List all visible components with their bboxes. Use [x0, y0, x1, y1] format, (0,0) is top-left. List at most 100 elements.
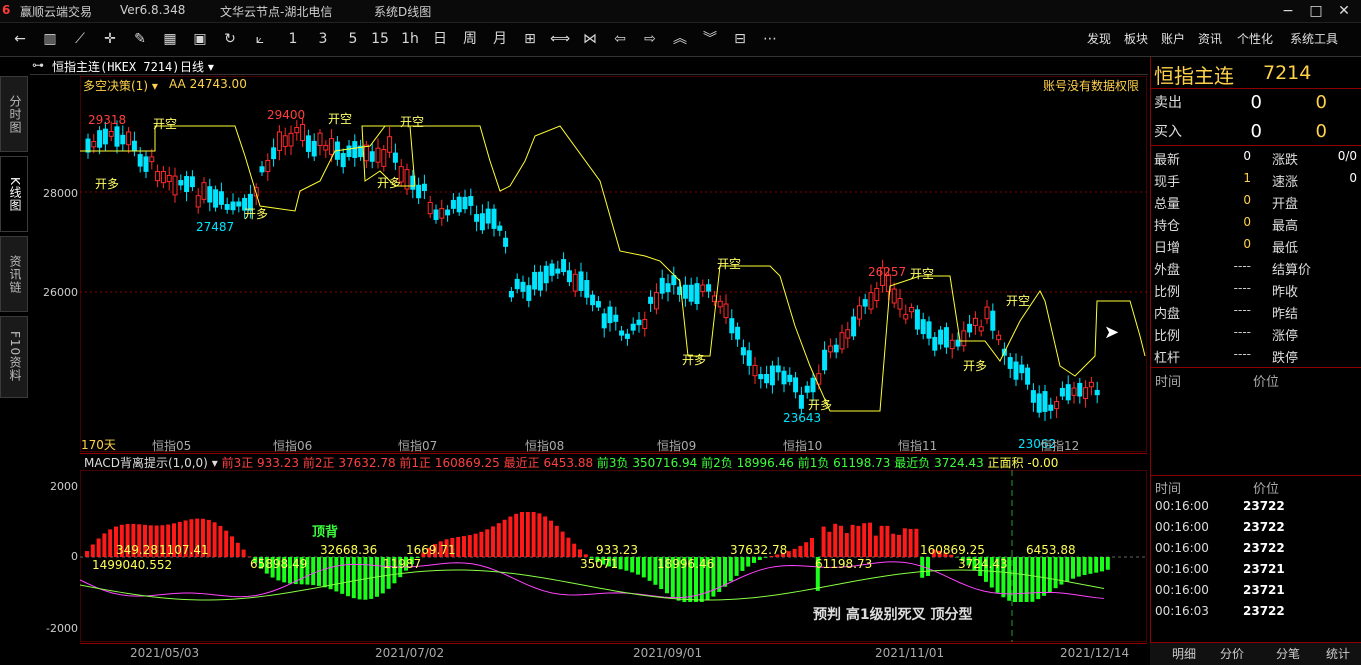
quote-label: 比例 [1154, 329, 1181, 344]
line-chart-icon[interactable]: ⟋ [70, 28, 90, 50]
macd-header: MACD背离提示(1,0,0) ▾ 前3正 933.23 前2正 37632.7… [80, 453, 1147, 470]
quote-label[interactable]: 结算价 [1272, 259, 1311, 278]
month-label-05: 恒指05 [152, 439, 192, 453]
period-15min[interactable]: 15 [370, 28, 390, 50]
candle [943, 327, 949, 348]
macd-bar [520, 512, 524, 557]
candle [642, 319, 648, 329]
save-icon[interactable]: ▣ [190, 28, 210, 50]
candlestick-icon[interactable]: ▥ [40, 28, 60, 50]
crosshair-icon[interactable]: ✛ [100, 28, 120, 50]
scroll-right-icon[interactable]: ⇨ [640, 28, 660, 50]
period-3min[interactable]: 3 [313, 28, 333, 50]
macd-bar [624, 557, 629, 571]
menu-news[interactable]: 资讯 [1198, 29, 1222, 49]
candle [920, 319, 926, 335]
pen-icon[interactable]: ✎ [130, 28, 150, 50]
macd-bar [728, 557, 733, 582]
menu-discover[interactable]: 发现 [1087, 29, 1111, 49]
divider [1151, 88, 1361, 89]
tick-time: 00:16:00 [1155, 562, 1209, 576]
macd-bar [508, 516, 513, 557]
candle [909, 306, 915, 313]
period-month[interactable]: 月 [490, 28, 510, 50]
period-day[interactable]: 日 [430, 28, 450, 50]
back-icon[interactable]: ← [10, 28, 30, 50]
symbol-label[interactable]: 恒指主连(HKEX 7214) [52, 58, 179, 75]
maximize-icon[interactable]: □ [1304, 1, 1328, 21]
quote-label: 跌停 [1272, 351, 1299, 366]
candle [1088, 381, 1094, 388]
macd-bar [873, 535, 878, 557]
quote-label: 外盘 [1154, 263, 1181, 278]
calculator-icon[interactable]: ▦ [160, 28, 180, 50]
macd-y-tick-neg2000: -2000 [46, 622, 78, 635]
menu-account[interactable]: 账户 [1161, 29, 1185, 49]
top-divergence-label: 顶背 [312, 525, 339, 540]
tick-price: 23722 [1243, 520, 1285, 534]
tab-news-chain[interactable]: 资讯链 [0, 236, 28, 312]
macd-item-label: 前1正 [399, 456, 432, 470]
macd-bar [1024, 557, 1029, 602]
period-5min[interactable]: 5 [343, 28, 363, 50]
candle [491, 208, 497, 229]
candle [926, 321, 932, 339]
tab-kline[interactable]: K线图 [0, 156, 28, 232]
zoom-out-icon[interactable]: ︾ [700, 28, 720, 50]
macd-title[interactable]: MACD背离提示(1,0,0) [84, 456, 208, 470]
indicator-selector[interactable]: 多空决策(1) ▾ [83, 77, 158, 94]
minimize-icon[interactable]: − [1276, 1, 1300, 21]
price-annot-3: 27487 [196, 220, 235, 234]
candle [584, 280, 590, 298]
period-1min[interactable]: 1 [283, 28, 303, 50]
expand-icon[interactable]: ⟺ [550, 28, 570, 50]
macd-bar [647, 557, 652, 581]
quote-label: 日增 [1154, 241, 1181, 256]
macd-bar [636, 557, 640, 575]
tab-detail[interactable]: 明细 [1172, 645, 1196, 662]
macd-bar [1105, 557, 1110, 570]
macd-bar [462, 536, 466, 557]
tick-time: 00:16:03 [1155, 604, 1209, 618]
quote-panel: 恒指主连 7214 卖出 0 0 买入 0 0 最新 0 现手 1 总量 0 持仓 0 日增 0 外… [1150, 57, 1361, 664]
menu-system-tools[interactable]: 系统工具 [1290, 29, 1338, 49]
draw-tool-icon[interactable]: ⟀ [250, 28, 270, 50]
menu-personalize[interactable]: 个性化 [1237, 29, 1273, 49]
candle [224, 204, 230, 210]
zoom-in-icon[interactable]: ︽ [670, 28, 690, 50]
custom-period-icon[interactable]: ⊞ [520, 28, 540, 50]
buy-price: 0 [1250, 121, 1262, 142]
menu-sector[interactable]: 板块 [1124, 29, 1148, 49]
candle [439, 208, 445, 219]
layout-icon[interactable]: ⊟ [730, 28, 750, 50]
date-label: 2021/05/03 [130, 646, 200, 660]
tab-f10[interactable]: F10资料 [0, 316, 28, 398]
macd-bar [514, 513, 519, 557]
candle [572, 273, 578, 292]
tab-timeshare[interactable]: 分时图 [0, 76, 28, 152]
close-icon[interactable]: ✕ [1332, 1, 1356, 21]
candle [143, 156, 149, 172]
scroll-left-icon[interactable]: ⇦ [610, 28, 630, 50]
date-label: 2021/11/01 [875, 646, 945, 660]
refresh-icon[interactable]: ↻ [220, 28, 240, 50]
candle [445, 209, 451, 216]
shrink-icon[interactable]: ⋈ [580, 28, 600, 50]
tick-price: 23722 [1243, 541, 1285, 555]
tab-stats[interactable]: 统计 [1326, 645, 1350, 662]
sell-label: 卖出 [1154, 95, 1182, 111]
period-selector[interactable]: 日线 ▾ [180, 58, 214, 75]
period-1h[interactable]: 1h [400, 28, 420, 50]
candle [624, 333, 630, 339]
tab-tick[interactable]: 分笔 [1276, 645, 1300, 662]
candle [630, 323, 636, 331]
tab-price-split[interactable]: 分价 [1220, 645, 1244, 662]
period-week[interactable]: 周 [460, 28, 480, 50]
macd-bar [1042, 557, 1046, 596]
macd-bar [752, 557, 756, 563]
macd-annot: 18996.46 [657, 557, 715, 571]
candle [798, 394, 804, 409]
more-icon[interactable]: ⋯ [760, 28, 780, 50]
kline-chart[interactable] [80, 76, 1147, 452]
system-menu[interactable]: 系统D线图 [374, 3, 431, 20]
